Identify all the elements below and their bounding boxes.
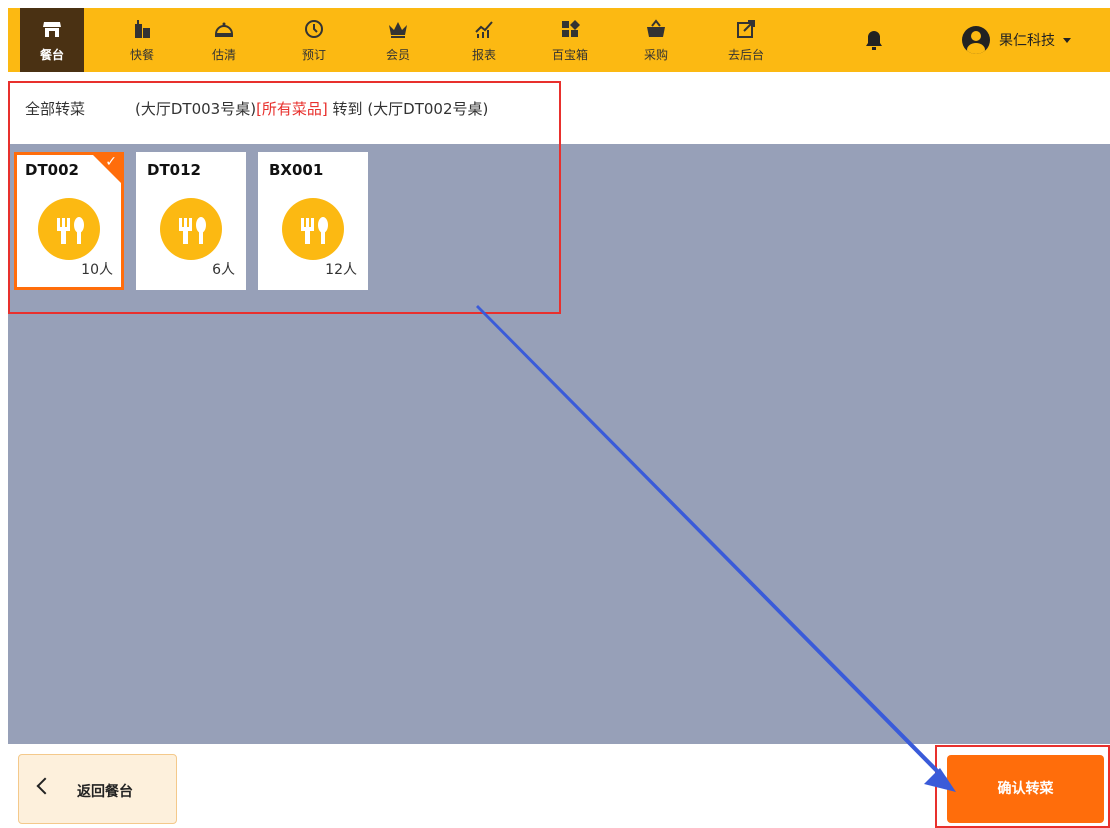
grid-icon xyxy=(538,18,602,40)
cutlery-icon xyxy=(160,198,222,260)
user-menu[interactable]: 果仁科技 xyxy=(962,26,1071,54)
table-card-bx001[interactable]: BX001 12人 xyxy=(258,152,368,290)
nav-item-toolbox[interactable]: 百宝箱 xyxy=(538,8,602,72)
chevron-left-icon xyxy=(36,777,54,795)
transfer-description: (大厅DT003号桌)[所有菜品] 转到 (大厅DT002号桌) xyxy=(135,98,488,119)
table-card-dt002[interactable]: DT002 ✓ 10人 xyxy=(14,152,124,290)
store-icon xyxy=(20,18,84,40)
table-seat-count: 12人 xyxy=(325,262,357,278)
table-code: BX001 xyxy=(269,161,324,179)
nav-label: 会员 xyxy=(385,48,410,62)
confirm-transfer-button[interactable]: 确认转菜 xyxy=(947,755,1104,823)
nav-item-dining-tables[interactable]: 餐台 xyxy=(20,8,84,72)
table-seat-count: 6人 xyxy=(212,262,235,278)
bell-icon[interactable] xyxy=(862,28,886,52)
nav-label: 餐台 xyxy=(39,48,64,62)
cloche-icon xyxy=(192,18,256,40)
crown-icon xyxy=(366,18,430,40)
table-card-dt012[interactable]: DT012 6人 xyxy=(136,152,246,290)
nav-label: 百宝箱 xyxy=(551,48,588,62)
table-code: DT012 xyxy=(147,161,201,179)
cutlery-icon xyxy=(38,198,100,260)
nav-item-reservation[interactable]: 预订 xyxy=(282,8,346,72)
nav-label: 去后台 xyxy=(727,48,764,62)
chart-icon xyxy=(452,18,516,40)
nav-label: 预订 xyxy=(301,48,326,62)
clock-icon xyxy=(282,18,346,40)
back-button-label: 返回餐台 xyxy=(77,784,133,800)
nav-label: 采购 xyxy=(643,48,668,62)
basket-icon xyxy=(624,18,688,40)
nav-item-sold-out[interactable]: 估清 xyxy=(192,8,256,72)
nav-item-members[interactable]: 会员 xyxy=(366,8,430,72)
nav-item-backend[interactable]: 去后台 xyxy=(714,8,778,72)
nav-label: 估清 xyxy=(211,48,236,62)
nav-item-fast-food[interactable]: 快餐 xyxy=(110,8,174,72)
top-nav-bar: 餐台 快餐 估清 预订 会员 报表 百宝箱 采购 去后台 果仁科技 xyxy=(8,8,1110,72)
transfer-mode-label: 全部转菜 xyxy=(25,100,86,118)
avatar-icon xyxy=(962,26,990,54)
transfer-scope: [所有菜品] xyxy=(256,100,328,118)
transfer-header: 全部转菜 (大厅DT003号桌)[所有菜品] 转到 (大厅DT002号桌) xyxy=(8,72,1110,144)
nav-label: 报表 xyxy=(471,48,496,62)
nav-item-reports[interactable]: 报表 xyxy=(452,8,516,72)
transfer-from: (大厅DT003号桌) xyxy=(135,100,257,118)
page: 餐台 快餐 估清 预订 会员 报表 百宝箱 采购 去后台 果仁科技 全部转菜 (… xyxy=(0,0,1110,828)
cutlery-icon xyxy=(282,198,344,260)
transfer-to: 转到 (大厅DT002号桌) xyxy=(327,100,489,118)
table-seat-count: 10人 xyxy=(81,262,113,278)
nav-label: 快餐 xyxy=(129,48,154,62)
check-icon: ✓ xyxy=(105,154,117,170)
fast-food-icon xyxy=(110,18,174,40)
table-code: DT002 xyxy=(25,161,79,179)
chevron-down-icon xyxy=(1063,37,1071,43)
nav-item-purchasing[interactable]: 采购 xyxy=(624,8,688,72)
back-to-tables-button[interactable]: 返回餐台 xyxy=(18,754,177,824)
external-link-icon xyxy=(714,18,778,40)
user-name: 果仁科技 xyxy=(999,33,1055,49)
